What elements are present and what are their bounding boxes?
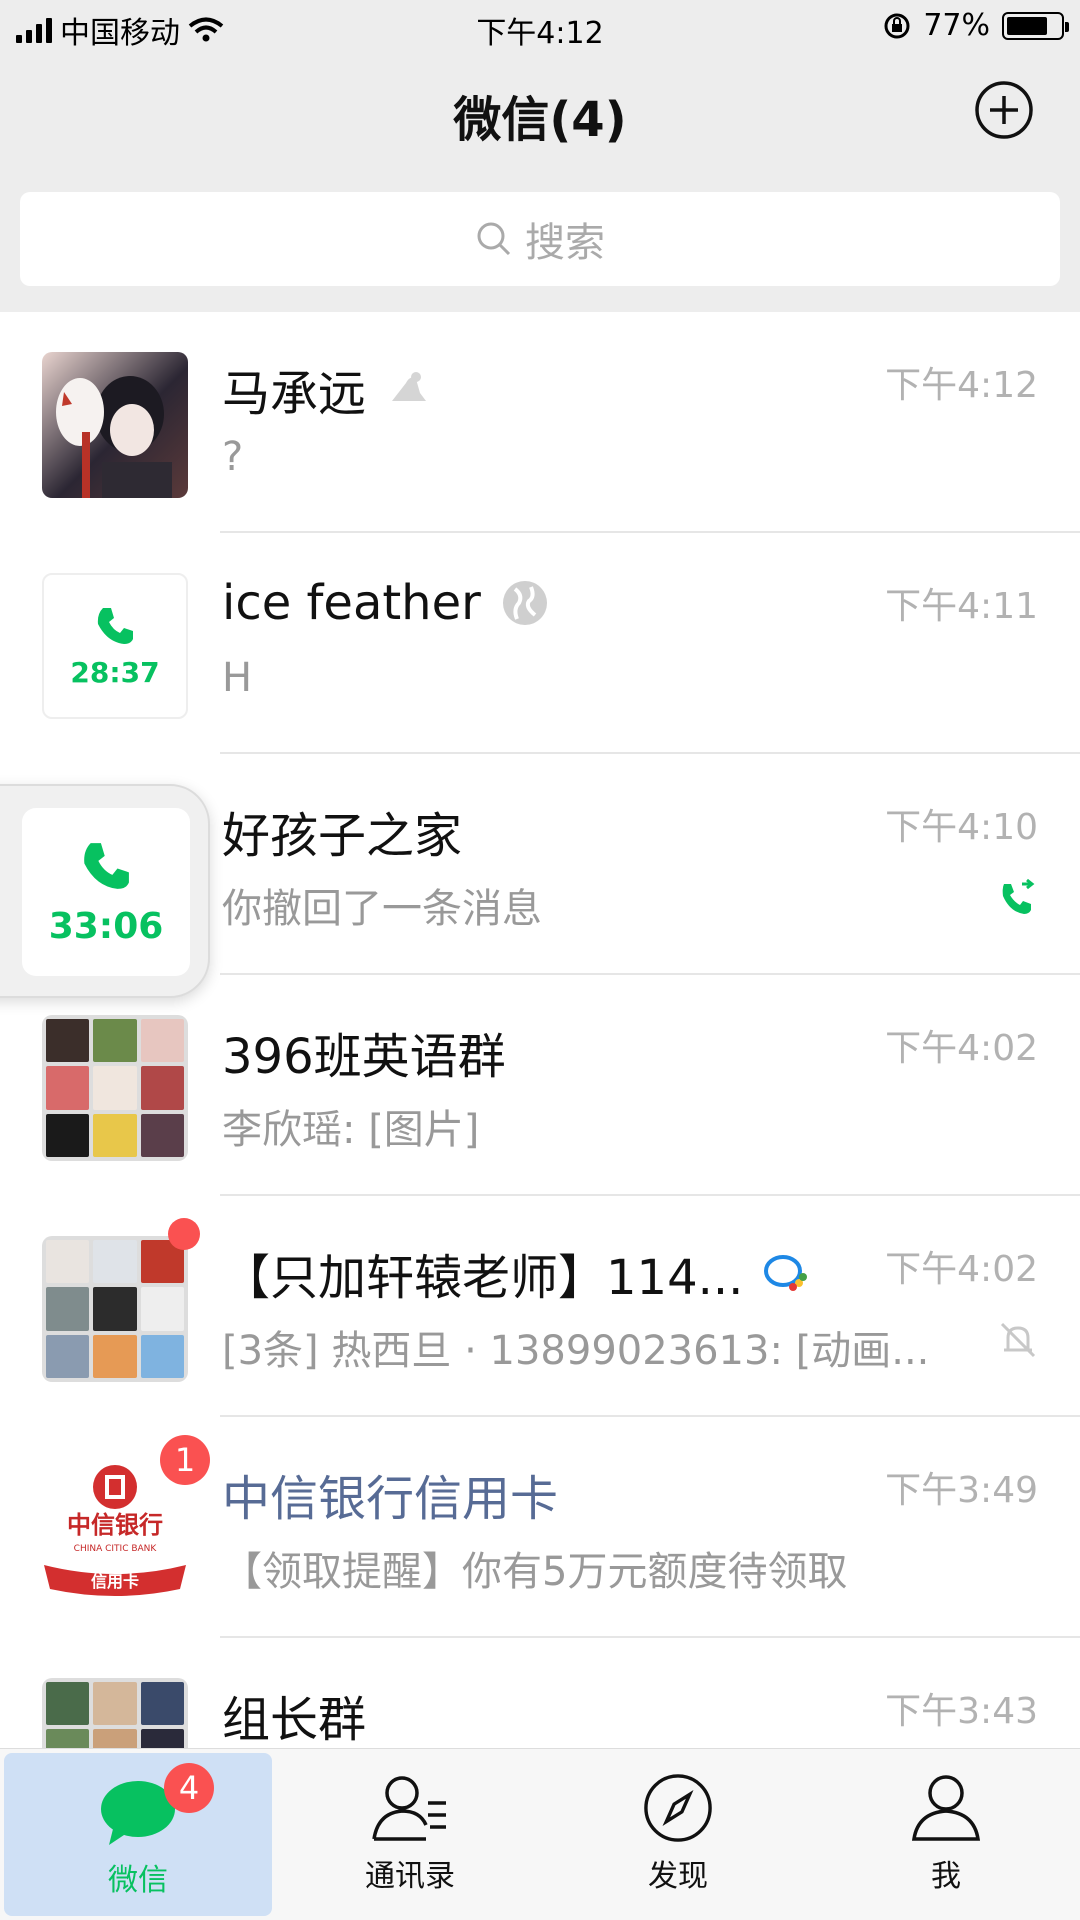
chat-row[interactable]: 28:37 ice feather 下午4:11 H [0,533,1080,754]
chat-time: 下午3:49 [885,1470,1038,1511]
unread-dot [168,1218,200,1250]
search-icon [477,222,511,256]
svg-text:CHINA CITIC BANK: CHINA CITIC BANK [74,1544,158,1554]
rotation-lock-icon [884,13,910,38]
group-avatar [42,1236,188,1382]
battery-icon [1002,11,1069,40]
search-placeholder: 搜索 [525,220,605,266]
tab-badge: 4 [164,1763,214,1813]
chat-time: 下午4:11 [885,586,1038,627]
battery-percent: 77% [923,8,990,43]
chat-name: 396班英语群 [222,1029,506,1085]
tab-discover[interactable]: 发现 [544,1749,812,1920]
chat-time: 下午4:12 [885,365,1038,406]
call-timer: 28:37 [70,655,160,689]
page-title: 微信(4) [453,92,627,148]
chat-preview: 【领取提醒】你有5万元额度待领取 [222,1549,848,1595]
phone-call-icon [1002,878,1035,914]
chat-time: 下午3:43 [885,1691,1038,1732]
person-icon [911,1775,981,1841]
sign-icon [392,372,427,401]
svg-text:信用卡: 信用卡 [91,1572,139,1591]
contacts-icon [372,1776,446,1841]
globe-icon [502,581,547,625]
chat-row[interactable]: 396班英语群 下午4:02 李欣瑶: [图片] [0,975,1080,1196]
nav-header: 微信(4) [0,56,1080,166]
tab-contacts[interactable]: 通讯录 [276,1749,544,1920]
call-tile: 28:37 [42,573,188,719]
citic-logo: 中信银行 CHINA CITIC BANK 信用卡 [42,1457,188,1603]
chat-time: 下午4:02 [885,1028,1038,1069]
tab-bar: 4 微信 通讯录 发现 我 [0,1748,1080,1920]
floating-call-window[interactable]: 33:06 [0,784,210,998]
phone-icon [84,842,129,889]
group-avatar [42,1015,188,1161]
phone-icon [97,607,133,644]
chat-list: 马承远 下午4:12 ? 28:37 ice feather 下午4:11 H … [0,312,1080,1748]
chat-name: 中信银行信用卡 [222,1471,559,1527]
chat-preview: H [222,655,253,701]
chat-name: ice feather [222,575,549,631]
compass-icon [644,1774,712,1842]
chat-name: 【只加轩辕老师】114... [222,1238,809,1308]
chat-row[interactable]: 【只加轩辕老师】114... 下午4:02 [3条] 热西旦 · 1389902… [0,1196,1080,1417]
tab-me[interactable]: 我 [812,1749,1080,1920]
chat-name: 组长群 [222,1692,367,1748]
call-timer: 33:06 [48,905,164,947]
tab-label: 我 [931,1859,961,1894]
search-input[interactable]: 搜索 [20,192,1060,286]
chat-row[interactable]: 马承远 下午4:12 ? [0,312,1080,533]
chat-name: 好孩子之家 [222,808,463,864]
avatar [42,352,188,498]
tab-label: 通讯录 [365,1859,455,1894]
plus-circle-icon[interactable] [974,80,1034,140]
chat-preview: ? [222,434,244,480]
muted-bell-icon [1000,1322,1036,1358]
chat-row[interactable]: 组长群 下午3:43 [0,1638,1080,1748]
group-avatar [42,1678,188,1748]
tab-chats[interactable]: 4 微信 [4,1753,272,1916]
unread-badge: 1 [160,1435,210,1485]
svg-text:中信银行: 中信银行 [67,1511,163,1539]
tab-label: 发现 [648,1859,708,1894]
work-chat-icon [764,1255,808,1291]
chat-name: 马承远 [222,354,430,424]
chat-row[interactable]: 中信银行 CHINA CITIC BANK 信用卡 1 中信银行信用卡 下午3:… [0,1417,1080,1638]
chat-time: 下午4:10 [885,807,1038,848]
chat-preview: 李欣瑶: [图片] [222,1107,480,1153]
status-bar: 中国移动 下午4:12 77% [0,0,1080,56]
tab-label: 微信 [108,1863,168,1898]
chat-preview: [3条] 热西旦 · 13899023613: [动画... [222,1328,930,1374]
chat-preview: 你撤回了一条消息 [222,886,542,932]
chat-time: 下午4:02 [885,1249,1038,1290]
